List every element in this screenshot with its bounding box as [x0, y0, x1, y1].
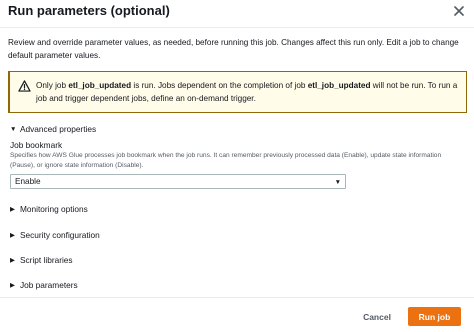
footer-divider: [0, 297, 474, 298]
alert-message: Only job etl_job_updated is run. Jobs de…: [36, 80, 464, 106]
script-libraries-label: Script libraries: [20, 255, 73, 265]
alert-job-name-2: etl_job_updated: [307, 81, 371, 90]
job-parameters-toggle[interactable]: ▶ Job parameters: [10, 280, 78, 290]
header-divider: [0, 27, 474, 28]
security-configuration-toggle[interactable]: ▶ Security configuration: [10, 230, 100, 240]
job-bookmark-selected-value: Enable: [15, 177, 41, 186]
advanced-properties-label: Advanced properties: [20, 124, 97, 134]
job-bookmark-description: Specifies how AWS Glue processes job boo…: [10, 152, 442, 169]
security-configuration-label: Security configuration: [20, 230, 100, 240]
modal-title: Run parameters (optional): [8, 3, 170, 18]
job-parameters-label: Job parameters: [20, 280, 78, 290]
advanced-properties-toggle[interactable]: ▼ Advanced properties: [10, 124, 96, 134]
caret-right-icon: ▶: [10, 232, 15, 239]
warning-icon: [18, 80, 31, 92]
caret-right-icon: ▶: [10, 206, 15, 213]
job-bookmark-select[interactable]: Enable ▼: [10, 174, 346, 189]
monitoring-options-toggle[interactable]: ▶ Monitoring options: [10, 204, 88, 214]
modal-header: Run parameters (optional): [0, 0, 474, 26]
cancel-button[interactable]: Cancel: [358, 309, 396, 325]
caret-down-icon: ▼: [10, 125, 17, 133]
alert-text-before: Only job: [36, 81, 69, 90]
run-job-button[interactable]: Run job: [408, 307, 461, 326]
monitoring-options-label: Monitoring options: [20, 204, 88, 214]
alert-text-middle: is run. Jobs dependent on the completion…: [131, 81, 308, 90]
alert-job-name-1: etl_job_updated: [68, 81, 132, 90]
close-icon: [454, 6, 464, 16]
warning-alert: Only job etl_job_updated is run. Jobs de…: [8, 71, 467, 113]
job-bookmark-label: Job bookmark: [10, 140, 63, 150]
modal-description: Review and override parameter values, as…: [8, 38, 459, 60]
caret-right-icon: ▶: [10, 282, 15, 289]
select-caret-down-icon: ▼: [334, 179, 341, 186]
caret-right-icon: ▶: [10, 257, 15, 264]
script-libraries-toggle[interactable]: ▶ Script libraries: [10, 255, 73, 265]
close-button[interactable]: [450, 2, 468, 20]
